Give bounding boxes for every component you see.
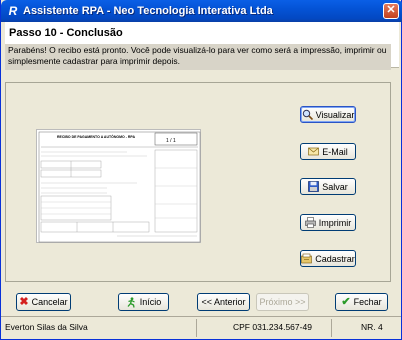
status-bar: Everton Silas da Silva CPF 031.234.567-4… [1,316,401,339]
visualizar-label: Visualizar [315,109,355,120]
running-man-icon [127,296,135,308]
cancelar-label: Cancelar [31,297,68,307]
receipt-drawing: RECIBO DE PAGAMENTO A AUTÔNOMO - RPA 1 /… [38,131,201,243]
salvar-label: Salvar [322,181,348,192]
register-icon [301,253,313,264]
visualizar-button[interactable]: Visualizar [300,106,356,123]
inicio-button[interactable]: Início [118,293,169,311]
receipt-preview: RECIBO DE PAGAMENTO A AUTÔNOMO - RPA 1 /… [36,129,201,243]
floppy-disk-icon [308,181,320,192]
close-button[interactable]: ✕ [383,3,399,19]
envelope-icon [308,147,320,156]
printer-icon [304,217,316,228]
content-panel: RECIBO DE PAGAMENTO A AUTÔNOMO - RPA 1 /… [5,82,391,282]
status-cpf: CPF 031.234.567-49 [233,322,312,332]
cancel-x-icon: ✖ [19,295,29,308]
fechar-label: Fechar [353,297,382,307]
info-message: Parabéns! O recibo está pronto. Você pod… [5,44,391,70]
anterior-button[interactable]: << Anterior [197,293,250,311]
cadastrar-label: Cadastrar [315,253,355,264]
magnifier-icon [302,109,313,120]
inicio-label: Início [139,297,162,307]
fechar-button[interactable]: ✔ Fechar [335,293,388,311]
salvar-button[interactable]: Salvar [300,178,356,195]
email-label: E-Mail [322,146,348,157]
checkmark-icon: ✔ [341,295,351,308]
imprimir-button[interactable]: Imprimir [300,214,356,231]
status-user: Everton Silas da Silva [5,322,88,332]
proximo-label: Próximo >> [259,297,306,307]
step-title: Passo 10 - Conclusão [9,27,123,39]
wizard-window: R Assistente RPA - Neo Tecnologia Intera… [0,0,402,340]
proximo-button[interactable]: Próximo >> [256,293,309,311]
window-title: Assistente RPA - Neo Tecnologia Interati… [23,5,273,17]
title-bar[interactable]: R Assistente RPA - Neo Tecnologia Intera… [1,0,402,22]
status-separator [331,319,332,337]
imprimir-label: Imprimir [318,217,352,228]
anterior-label: << Anterior [201,297,246,307]
svg-text:1 / 1: 1 / 1 [166,138,176,144]
receipt-header-text: RECIBO DE PAGAMENTO A AUTÔNOMO - RPA [57,134,135,139]
app-logo-icon: R [8,4,18,18]
cadastrar-button[interactable]: Cadastrar [300,250,356,267]
status-separator [196,319,197,337]
status-number: NR. 4 [361,322,383,332]
email-button[interactable]: E-Mail [300,143,356,160]
cancelar-button[interactable]: ✖ Cancelar [16,293,71,311]
